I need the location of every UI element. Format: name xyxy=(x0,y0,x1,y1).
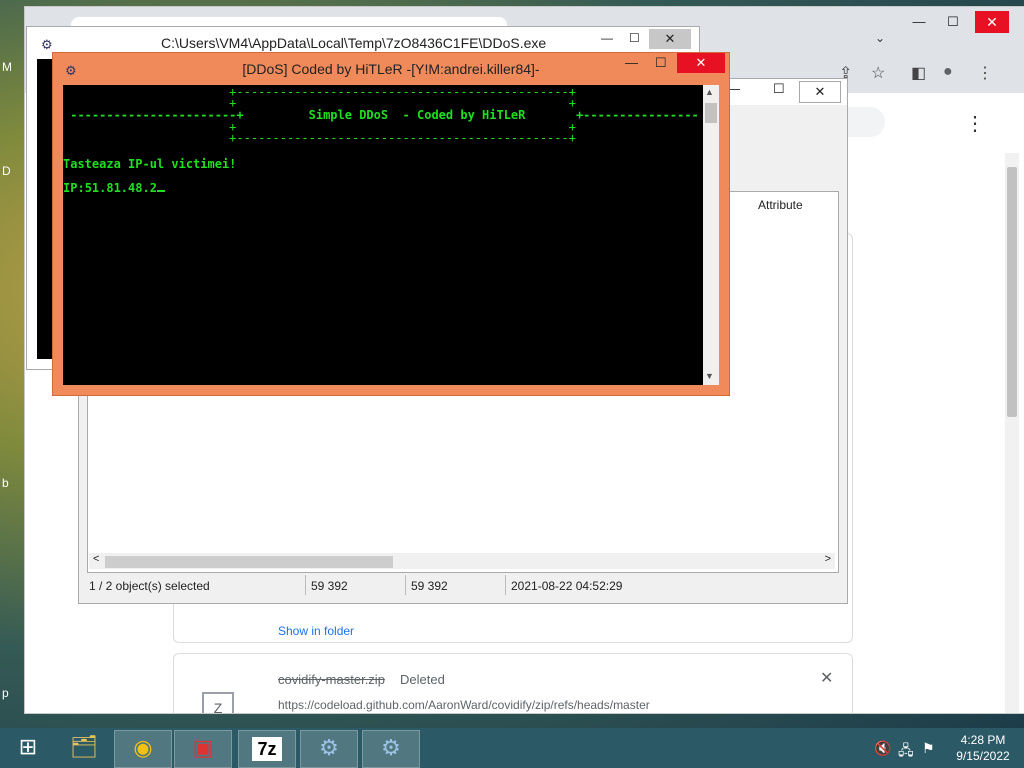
taskbar-chrome[interactable]: ◉ xyxy=(114,730,172,768)
remove-download-icon[interactable]: ✕ xyxy=(820,668,833,688)
scroll-left-icon[interactable]: < xyxy=(93,553,99,565)
console-app-icon: ⚙ xyxy=(381,735,401,760)
zip-file-icon: Z xyxy=(202,692,234,713)
desktop-icon-label[interactable]: b xyxy=(2,476,9,490)
taskbar-ddos-console[interactable]: ⚙ xyxy=(362,730,420,768)
desktop-icon-label[interactable]: p xyxy=(2,686,9,700)
banner-border: +---------------------------------------… xyxy=(63,131,576,145)
status-size: 59 392 xyxy=(311,579,348,593)
close-button[interactable]: ✕ xyxy=(799,81,841,103)
horizontal-scrollbar-thumb[interactable] xyxy=(105,556,393,568)
folder-icon: 🗂 xyxy=(70,734,98,759)
console-scrollbar[interactable] xyxy=(703,85,719,385)
start-button[interactable]: ⊞ xyxy=(0,730,56,766)
scroll-up-icon[interactable]: ▲ xyxy=(705,87,714,97)
star-icon[interactable]: ☆ xyxy=(871,63,885,83)
console-prompt: Tasteaza IP-ul victimei! xyxy=(63,157,237,171)
profile-icon[interactable]: ● xyxy=(943,63,953,81)
status-modified: 2021-08-22 04:52:29 xyxy=(511,579,623,593)
windows-logo-icon: ⊞ xyxy=(18,734,38,759)
console-app-icon: ⚙ xyxy=(319,735,339,760)
maximize-button[interactable]: ☐ xyxy=(773,81,785,97)
console-output[interactable]: +---------------------------------------… xyxy=(63,85,703,385)
ip-input-value[interactable]: 51.81.48.2 xyxy=(85,181,157,195)
close-button[interactable]: ✕ xyxy=(677,53,725,73)
menu-icon[interactable]: ⋮ xyxy=(977,63,993,83)
clock-time: 4:28 PM xyxy=(960,733,1006,747)
taskbar-ddos-exe[interactable]: ⚙ xyxy=(300,730,358,768)
download-url[interactable]: https://codeload.github.com/AaronWard/co… xyxy=(278,698,650,712)
show-in-folder-link[interactable]: Show in folder xyxy=(278,624,354,638)
scroll-right-icon[interactable]: > xyxy=(825,553,831,565)
taskbar-clock[interactable]: 4:28 PM 9/15/2022 xyxy=(948,732,1018,764)
scroll-down-icon[interactable]: ▼ xyxy=(705,371,714,381)
download-item: Z covidify-master.zip Deleted https://co… xyxy=(173,653,853,713)
status-separator xyxy=(405,575,406,595)
download-file-name[interactable]: covidify-master.zip xyxy=(278,672,385,687)
maximize-button[interactable]: ☐ xyxy=(655,55,667,71)
status-separator xyxy=(505,575,506,595)
console-scrollbar-thumb[interactable] xyxy=(705,103,717,123)
7zip-icon: 7z xyxy=(252,737,282,761)
clock-date: 9/15/2022 xyxy=(956,749,1010,763)
status-selection: 1 / 2 object(s) selected xyxy=(89,579,210,593)
network-icon[interactable]: 🖧 xyxy=(898,740,914,764)
taskbar-file-explorer[interactable]: 🗂 xyxy=(56,730,112,766)
ddos-console-window: ⚙ [DDoS] Coded by HiTLeR -[Y!M:andrei.ki… xyxy=(52,52,730,396)
close-button[interactable]: ✕ xyxy=(649,29,691,49)
minimize-button[interactable]: — xyxy=(905,13,933,31)
status-separator xyxy=(305,575,306,595)
tab-search-button[interactable]: ⌄ xyxy=(875,31,885,45)
minimize-button[interactable]: — xyxy=(601,31,613,45)
download-status: Deleted xyxy=(400,672,445,687)
window-title: C:\Users\VM4\AppData\Local\Temp\7zO8436C… xyxy=(161,35,547,51)
desktop-icon-label[interactable]: D xyxy=(2,164,11,178)
taskbar: ⊞ 🗂 ◉ ▣ 7z ⚙ ⚙ 🔇 🖧 ⚑ 4:28 PM 9/15/2022 xyxy=(0,728,1024,768)
column-header-attributes[interactable]: Attribute xyxy=(758,198,803,212)
sidebar-icon[interactable]: ◧ xyxy=(911,63,926,83)
desktop-icon-label[interactable]: M xyxy=(2,60,12,74)
taskbar-7zip[interactable]: 7z xyxy=(238,730,296,768)
downloads-menu-icon[interactable]: ⋮ xyxy=(965,111,985,136)
chrome-icon: ◉ xyxy=(133,735,153,760)
ip-input-label: IP: xyxy=(63,181,85,195)
ip-input-line[interactable]: IP:51.81.48.2 xyxy=(63,181,165,195)
taskbar-installer[interactable]: ▣ xyxy=(174,730,232,768)
close-button[interactable]: ✕ xyxy=(975,11,1009,33)
app-icon: ⚙ xyxy=(41,37,53,52)
installer-icon: ▣ xyxy=(192,735,214,760)
volume-muted-icon[interactable]: 🔇 xyxy=(874,740,891,757)
text-cursor xyxy=(156,190,165,192)
maximize-button[interactable]: ☐ xyxy=(939,13,967,31)
maximize-button[interactable]: ☐ xyxy=(629,31,640,45)
action-center-flag-icon[interactable]: ⚑ xyxy=(922,740,935,757)
status-packed-size: 59 392 xyxy=(411,579,448,593)
page-scrollbar-thumb[interactable] xyxy=(1007,167,1017,417)
minimize-button[interactable]: — xyxy=(625,55,638,70)
